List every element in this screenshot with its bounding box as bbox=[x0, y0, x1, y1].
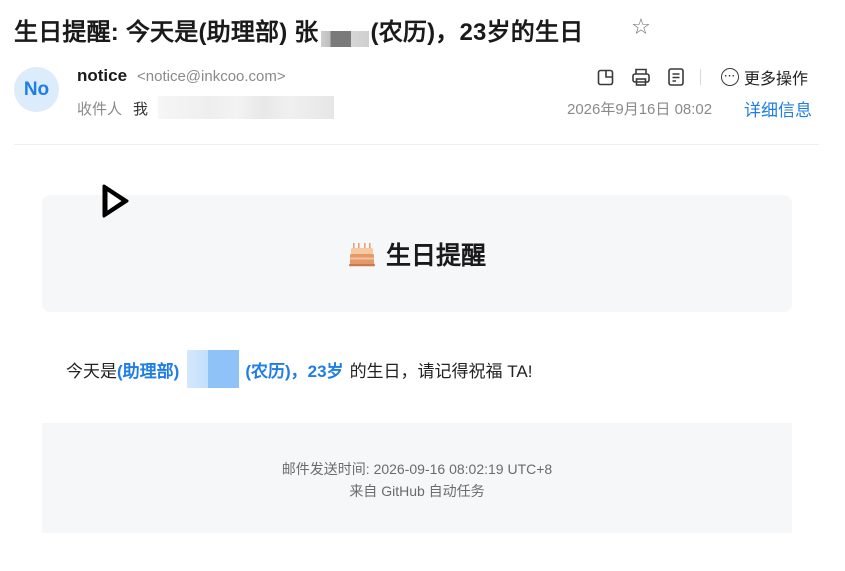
more-actions-button[interactable]: ··· 更多操作 bbox=[721, 66, 808, 88]
details-link[interactable]: 详细信息 bbox=[744, 96, 812, 121]
toolbar-divider bbox=[700, 69, 701, 85]
header-divider bbox=[14, 144, 819, 145]
avatar: No bbox=[14, 67, 59, 112]
email-date: 2026年9月16日 08:02 bbox=[567, 101, 713, 118]
footer-source: 来自 GitHub 自动任务 bbox=[349, 483, 485, 499]
recipient-label: 收件人 bbox=[77, 101, 123, 118]
birthday-message: 今天是 (助理部) (农历)，23岁 的生日，请记得祝福 TA! bbox=[66, 350, 533, 388]
sender-name[interactable]: notice bbox=[77, 66, 127, 86]
message-suffix: 的生日，请记得祝福 TA! bbox=[349, 361, 533, 381]
mouse-cursor-icon bbox=[102, 184, 129, 218]
subject-prefix: 生日提醒: 今天是(助理部) 张 bbox=[14, 18, 319, 46]
message-department: (助理部) bbox=[117, 361, 180, 381]
message-redacted-name bbox=[187, 350, 240, 388]
sender-email[interactable]: <notice@inkcoo.com> bbox=[137, 68, 286, 85]
message-prefix: 今天是 bbox=[66, 361, 117, 381]
email-subject: 生日提醒: 今天是(助理部) 张 (农历)，23岁的生日 bbox=[14, 12, 584, 47]
more-circle-icon: ··· bbox=[721, 68, 739, 86]
more-actions-label: 更多操作 bbox=[744, 71, 809, 88]
star-icon[interactable]: ☆ bbox=[628, 14, 654, 40]
print-icon[interactable] bbox=[630, 66, 652, 88]
recipient-me[interactable]: 我 bbox=[133, 98, 148, 119]
note-icon[interactable] bbox=[665, 66, 687, 88]
card-title: 生日提醒 bbox=[385, 241, 486, 270]
footer-sent-time: 邮件发送时间: 2026-09-16 08:02:19 UTC+8 bbox=[281, 461, 553, 477]
message-calendar-age: (农历)，23岁 bbox=[245, 361, 344, 381]
card-heading: 生日提醒 bbox=[42, 195, 792, 312]
subject-redacted-name bbox=[320, 31, 369, 47]
subject-suffix: (农历)，23岁的生日 bbox=[370, 18, 584, 46]
open-in-window-icon[interactable] bbox=[595, 66, 617, 88]
birthday-cake-icon bbox=[348, 242, 375, 266]
recipient-redacted bbox=[158, 96, 334, 119]
